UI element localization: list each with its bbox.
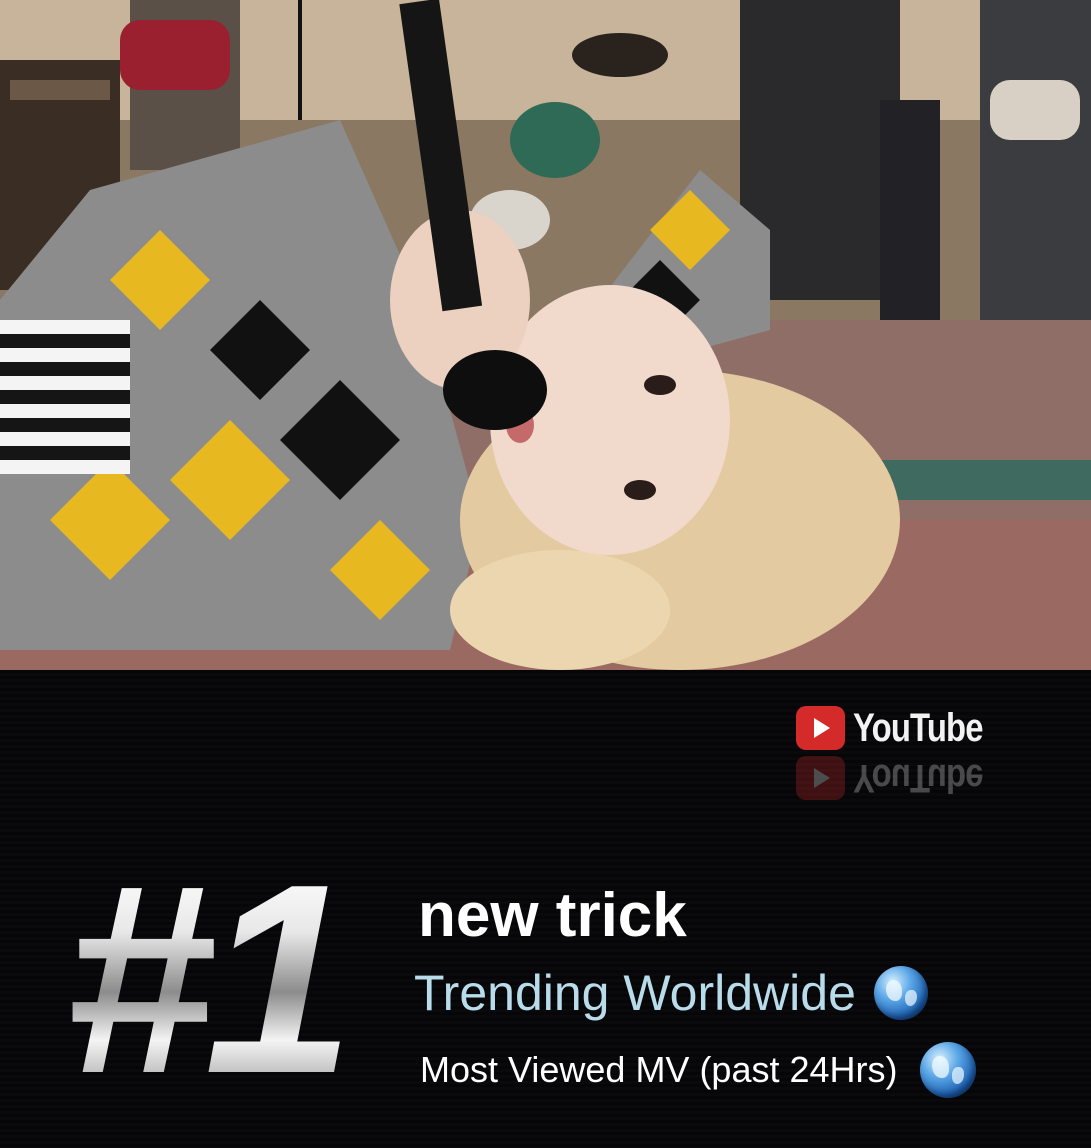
globe-icon	[873, 966, 928, 1020]
most-viewed-label: Most Viewed MV (past 24Hrs)	[420, 1049, 898, 1090]
trending-label: Trending Worldwide	[414, 965, 856, 1021]
youtube-logo: YouTube	[796, 702, 1011, 754]
globe-icon	[919, 1042, 976, 1098]
youtube-logo-reflection: YouTube	[796, 752, 1011, 804]
photo-illustration	[0, 0, 1091, 670]
rank-number: #1	[64, 845, 404, 1115]
song-title: new trick	[418, 881, 687, 950]
youtube-wordmark: YouTube	[852, 705, 984, 750]
youtube-play-icon	[796, 706, 845, 750]
trending-line: Trending Worldwide	[414, 963, 928, 1023]
most-viewed-line: Most Viewed MV (past 24Hrs)	[420, 1042, 976, 1098]
music-video-still	[0, 0, 1091, 670]
